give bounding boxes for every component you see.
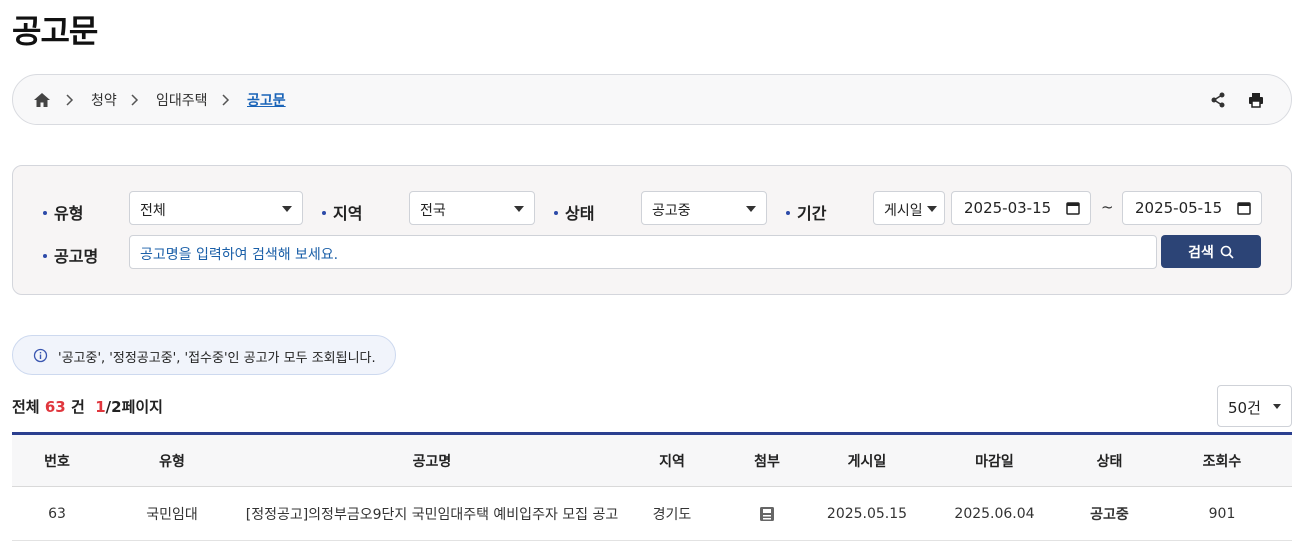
table-header-row: 번호 유형 공고명 지역 첨부 게시일 마감일 상태 조회수 [12,433,1292,487]
chevron-right-icon [131,94,139,106]
row-views: 901 [1152,486,1292,541]
type-label: 유형 [43,200,83,224]
caret-down-icon [282,206,292,212]
info-notice: '공고중', '정정공고중', '접수중'인 공고가 모두 조회됩니다. [12,335,396,375]
col-type: 유형 [102,433,242,487]
col-attachment: 첨부 [722,433,812,487]
caret-down-icon [514,206,524,212]
file-icon[interactable] [759,506,775,522]
chevron-right-icon [66,94,74,106]
announcement-name-input[interactable]: 공고명을 입력하여 검색해 보세요. [129,235,1157,269]
col-deadline: 마감일 [922,433,1067,487]
date-to-input[interactable]: 2025-05-15 [1122,191,1262,225]
search-button-label: 검색 [1188,244,1214,261]
status-label: 상태 [554,200,594,224]
calendar-icon[interactable] [1237,201,1251,215]
col-status: 상태 [1067,433,1152,487]
period-type-select[interactable]: 게시일 [873,191,945,225]
region-select[interactable]: 전국 [409,191,535,225]
table-row[interactable]: 63 국민임대 [정정공고]의정부금오9단지 국민임대주택 예비입주자 모집 공… [12,486,1292,541]
date-from-input[interactable]: 2025-03-15 [951,191,1091,225]
col-posted-date: 게시일 [812,433,922,487]
result-summary: 전체 63 건 1/2페이지 [12,398,163,416]
breadcrumb-item-rental[interactable]: 임대주택 [156,90,208,110]
breadcrumb-item-subscription[interactable]: 청약 [91,90,117,110]
caret-down-icon [1273,404,1281,409]
total-count: 63 [44,398,66,416]
home-icon[interactable] [33,92,51,108]
col-title: 공고명 [242,433,622,487]
col-views: 조회수 [1152,433,1292,487]
status-badge: 공고중 [1067,486,1152,541]
period-label: 기간 [786,200,826,224]
date-range-separator: ~ [1101,198,1114,216]
search-filter-panel: 유형 전체 지역 전국 상태 공고중 기간 게시일 2025-03-15 ~ 2… [12,165,1292,295]
caret-down-icon [927,206,937,212]
page-title: 공고문 [12,12,98,50]
per-page-select[interactable]: 50건 [1217,385,1292,427]
calendar-icon[interactable] [1066,201,1080,215]
name-label: 공고명 [43,243,98,267]
search-button[interactable]: 검색 [1161,235,1261,268]
total-pages: /2페이지 [105,398,163,416]
row-posted-date: 2025.05.15 [812,486,922,541]
breadcrumb: 청약 임대주택 공고문 [12,74,1292,125]
print-icon[interactable] [1247,91,1265,109]
caret-down-icon [746,206,756,212]
chevron-right-icon [222,94,230,106]
col-number: 번호 [12,433,102,487]
info-icon [33,348,48,363]
row-region: 경기도 [622,486,722,541]
breadcrumb-current[interactable]: 공고문 [247,90,286,110]
share-icon[interactable] [1209,91,1227,109]
current-page: 1 [95,398,106,416]
search-icon [1220,245,1234,259]
announcement-table: 번호 유형 공고명 지역 첨부 게시일 마감일 상태 조회수 63 국민임대 [… [12,432,1292,541]
row-number: 63 [12,486,102,541]
row-title-link[interactable]: [정정공고]의정부금오9단지 국민임대주택 예비입주자 모집 공고 [242,486,622,541]
row-attachment [722,486,812,541]
col-region: 지역 [622,433,722,487]
notice-text: '공고중', '정정공고중', '접수중'인 공고가 모두 조회됩니다. [58,351,376,366]
status-select[interactable]: 공고중 [641,191,767,225]
row-deadline: 2025.06.04 [922,486,1067,541]
row-type: 국민임대 [102,486,242,541]
type-select[interactable]: 전체 [129,191,303,225]
region-label: 지역 [322,200,362,224]
